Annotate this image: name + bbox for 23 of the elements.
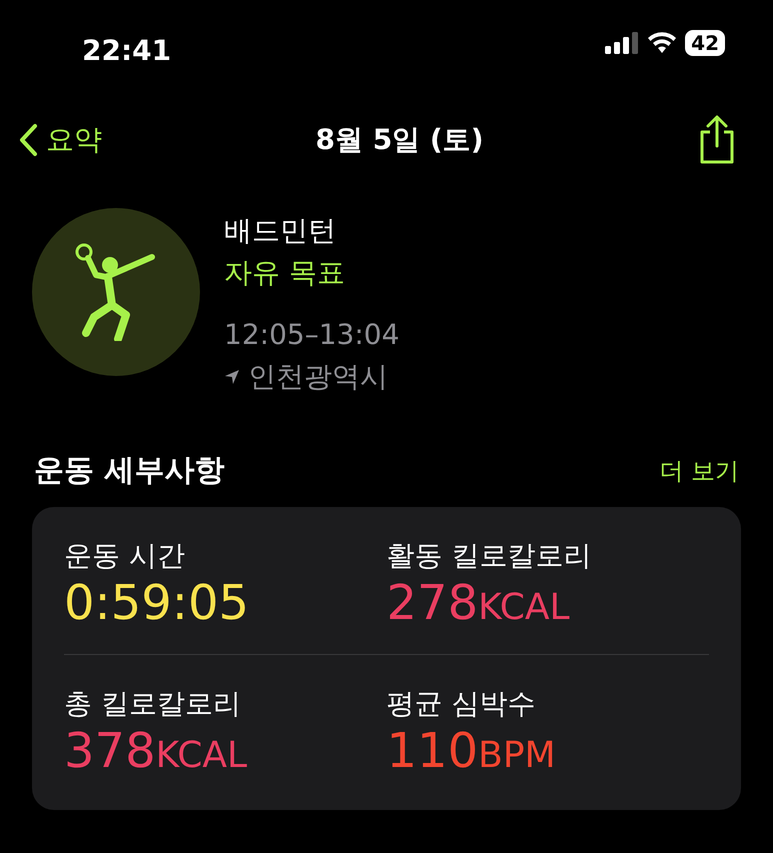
badminton-player-icon [74,243,158,341]
metric-label: 총 킬로칼로리 [64,686,242,722]
time-range: 12:05–13:04 [224,317,400,353]
workout-goal: 자유 목표 [224,255,346,291]
chevron-icon [18,123,38,157]
workout-name: 배드민턴 [224,213,337,249]
metric-value: 110BPM [386,724,557,778]
battery-level: 42 [685,30,725,56]
wifi-icon [647,32,678,54]
location-arrow-icon [224,369,240,385]
metric-label: 운동 시간 [64,538,186,574]
metric-value: 378KCAL [64,724,248,778]
page-title: 8월 5일 (토) [315,122,484,158]
signal-icon [605,32,640,54]
location: 인천광역시 [248,359,388,395]
metric-label: 활동 킬로칼로리 [386,538,592,574]
metric-value: 0:59:05 [64,577,250,630]
back-button[interactable]: 요약 [18,119,102,161]
metric-label: 평균 심박수 [386,686,536,722]
more-link[interactable]: 더 보기 [659,452,739,488]
section-title: 운동 세부사항 [34,452,224,490]
metric-value: 278KCAL [386,577,571,630]
clock-time: 22:41 [82,33,172,69]
